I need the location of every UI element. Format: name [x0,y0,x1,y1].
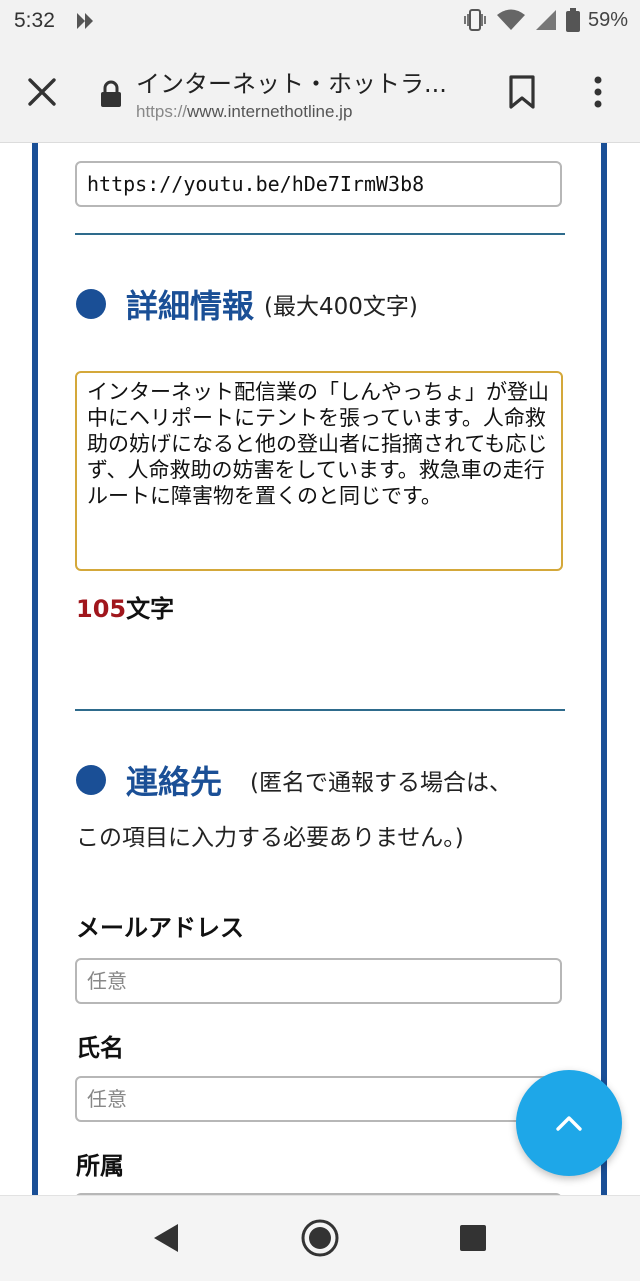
status-time: 5:32 [14,9,55,32]
back-icon[interactable] [152,1222,182,1254]
vibrate-icon [464,9,486,31]
page-title[interactable]: インターネット・ホットラ... [136,64,466,99]
affiliation-label: 所属 [76,1152,124,1180]
form-border-right [601,143,607,1195]
details-textarea[interactable]: インターネット配信業の「しんやっちょ」が登山中にヘリポートにテントを張っています… [75,371,563,571]
bullet-icon [76,765,106,795]
url-scheme: https:// [136,102,188,121]
battery-icon [565,8,580,32]
details-title: 詳細情報 [126,287,255,325]
char-count-value: 105 [76,595,127,623]
char-counter: 105文字 [76,589,174,624]
recents-icon[interactable] [459,1224,487,1252]
app-notification-icon [77,13,93,29]
contact-title: 連絡先 [126,763,223,801]
bullet-icon [76,289,106,319]
form-border-left [32,143,38,1195]
bookmark-icon[interactable] [506,74,538,110]
name-field[interactable] [75,1076,562,1122]
email-label: メールアドレス [76,914,244,942]
more-vert-icon[interactable] [588,74,608,110]
section-divider [75,233,565,235]
contact-note-continued: この項目に入力する必要ありません。) [76,825,464,851]
url-input[interactable] [75,161,562,207]
status-icons: 59% [462,8,628,32]
status-bar: 5:32 59% [0,0,640,44]
signal-icon [535,10,556,30]
browser-toolbar: インターネット・ホットラ... https://www.internethotl… [0,44,640,143]
system-nav-bar [0,1195,640,1281]
section-divider [75,709,565,711]
contact-note: (匿名で通報する場合は、 [250,770,512,796]
wifi-icon [496,9,525,30]
chevron-up-icon [556,1116,582,1131]
battery-percent: 59% [587,8,628,31]
url-host: www.internethotline.jp [187,102,353,121]
page-content: 詳細情報 (最大400文字) インターネット配信業の「しんやっちょ」が登山中にヘ… [0,143,640,1195]
char-count-unit: 文字 [126,595,175,623]
details-header: 詳細情報 (最大400文字) [76,281,418,327]
close-icon[interactable] [24,74,60,110]
details-note: (最大400文字) [264,294,418,320]
contact-header: 連絡先 (匿名で通報する場合は、 [76,757,512,803]
home-icon[interactable] [300,1218,340,1258]
email-field[interactable] [75,958,562,1004]
url-display[interactable]: https://www.internethotline.jp [136,102,352,122]
scroll-top-button[interactable] [516,1070,622,1176]
name-label: 氏名 [76,1034,124,1062]
lock-icon [101,80,121,107]
